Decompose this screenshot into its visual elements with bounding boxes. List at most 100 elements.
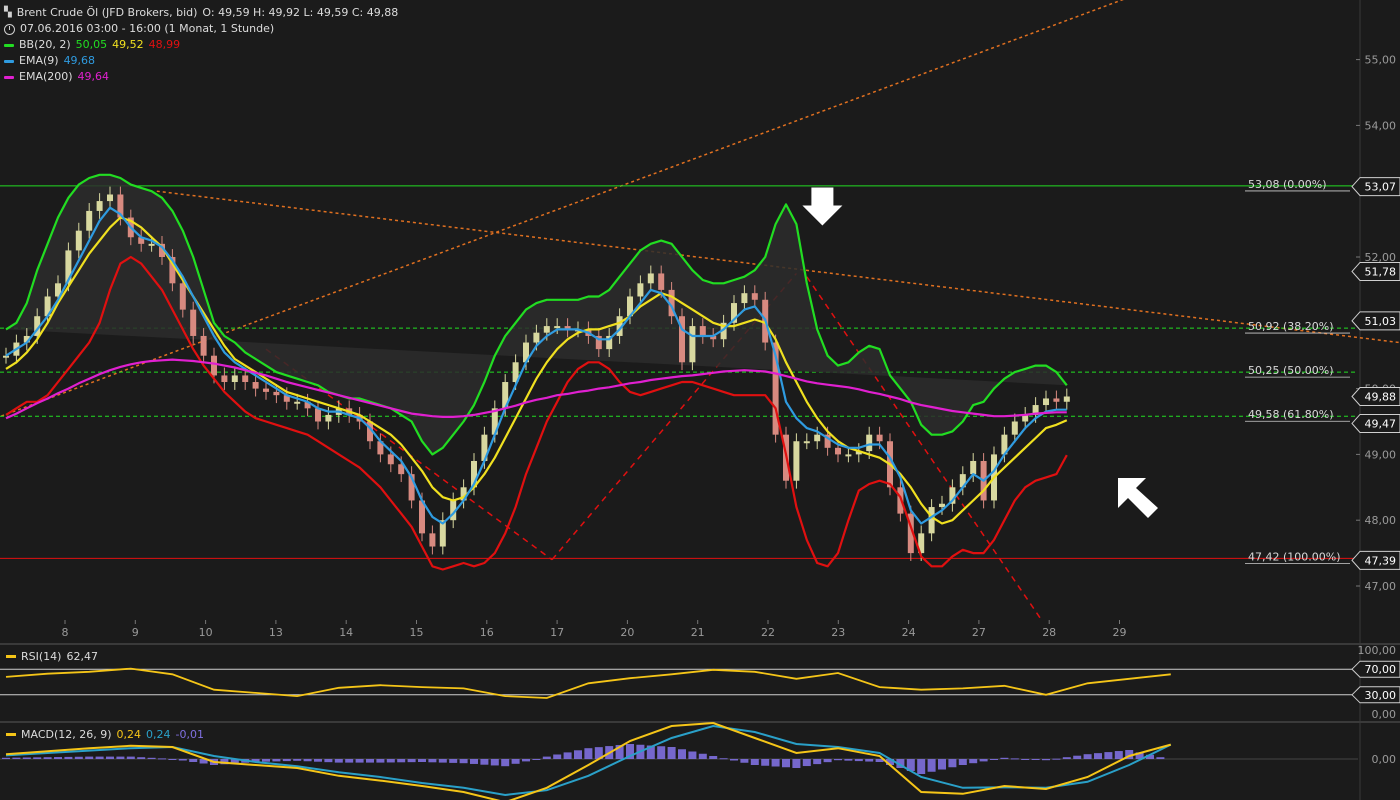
fib-label: 49,58 (61.80%) [1248,408,1334,421]
candle-body [533,332,540,343]
candle-body [699,326,706,336]
candle-body [554,326,561,329]
rsi-tick-label: 30,00 [1365,689,1397,702]
rsi-legend[interactable]: RSI(14) 62,47 [6,650,98,663]
macd-histogram-bar [709,756,718,759]
candle-body [637,283,644,297]
candle-body [876,434,883,442]
macd-legend[interactable]: MACD(12, 26, 9) 0,24 0,24 -0,01 [6,728,204,741]
macd-histogram-bar [449,759,458,763]
chart-icon: ▚ [4,7,12,18]
macd-histogram-bar [366,759,374,763]
macd-histogram-bar [761,759,770,766]
macd-histogram-bar [1031,759,1040,760]
x-tick-label: 9 [132,626,139,639]
macd-histogram-bar [334,759,343,763]
y-tick-label: 48,00 [1365,514,1397,527]
fib-label: 50,25 (50.00%) [1248,364,1334,377]
macd-histogram-bar [262,759,270,762]
macd-histogram-bar [990,759,998,760]
candle-body [939,503,945,508]
macd-histogram-bar [490,759,499,766]
legend-ema200-row[interactable]: EMA(200) 49,64 [4,69,398,85]
macd-histogram-bar [2,757,10,759]
price-label: 51,78 [1365,265,1397,278]
macd-histogram-bar [730,759,738,761]
macd-histogram-bar [542,756,551,759]
macd-histogram-bar [584,748,593,759]
x-tick-label: 29 [1113,626,1127,639]
rsi-value: 62,47 [66,650,98,663]
macd-histogram-bar [293,759,302,761]
x-tick-label: 20 [620,626,634,639]
candle-body [179,283,186,310]
macd-histogram-bar [917,759,926,774]
macd-histogram-bar [158,758,166,760]
candle-body [793,441,800,481]
macd-histogram-bar [1042,759,1050,761]
candle-body [970,460,977,475]
macd-histogram-bar [33,757,42,759]
candle-body [689,326,696,363]
macd-histogram-bar [397,759,406,763]
macd-histogram-bar [64,756,73,759]
candle-body [1053,398,1060,402]
macd-histogram-bar [1083,754,1092,759]
candle-body [242,375,249,383]
legend-bb-row[interactable]: BB(20, 2) 50,05 49,52 48,99 [4,37,398,53]
x-tick-label: 13 [269,626,283,639]
x-tick-label: 24 [902,626,916,639]
instrument-title: Brent Crude Öl (JFD Brokers, bid) [16,6,198,19]
macd-histogram-bar [823,759,832,763]
price-label: 53,07 [1365,181,1397,194]
macd-histogram-bar [1000,757,1009,759]
macd-histogram-bar [303,759,312,762]
macd-value: 0,24 [116,728,142,741]
macd-histogram-bar [480,759,489,765]
x-tick-label: 17 [550,626,564,639]
macd-histogram-bar [137,757,146,759]
macd-histogram-bar [719,758,728,760]
macd-histogram-bar [750,759,759,765]
price-chart-svg[interactable]: 56,0055,0054,0053,0052,0051,0050,0049,00… [0,0,1400,800]
candle-body [86,210,93,231]
macd-histogram-bar [74,756,83,759]
macd-histogram-bar [813,759,822,765]
up-arrow-annotation [1118,478,1158,518]
x-tick-label: 14 [339,626,353,639]
macd-histogram-bar [85,756,94,759]
macd-histogram-bar [511,759,520,764]
candle-body [387,454,394,465]
macd-histogram-bar [106,756,114,759]
rsi-line [5,667,1171,699]
macd-histogram-bar [1094,753,1102,759]
macd-histogram-bar [189,759,198,762]
price-label: 49,88 [1365,390,1397,403]
legend-ema9-row[interactable]: EMA(9) 49,68 [4,53,398,69]
macd-label: MACD(12, 26, 9) [21,728,112,741]
price-label: 51,03 [1365,315,1397,328]
candle-body [75,230,82,251]
bb-lower-value: 48,99 [148,38,181,51]
x-tick-label: 21 [691,626,705,639]
price-label: 49,47 [1365,417,1397,430]
y-tick-label: 56,00 [1365,0,1397,1]
macd-tick-label: 0,00 [1372,753,1397,766]
candle-body [190,309,197,336]
macd-histogram-bar [532,759,541,760]
macd-histogram-bar [782,759,790,768]
candle-body [252,382,259,389]
x-tick-label: 10 [199,626,213,639]
macd-histogram-bar [178,759,187,761]
rsi-label: RSI(14) [21,650,62,663]
macd-histogram-bar [376,759,385,763]
candle-body [647,273,654,284]
legend-instrument-row: ▚ Brent Crude Öl (JFD Brokers, bid) O: 4… [4,5,398,21]
macd-histogram-bar [54,757,62,759]
macd-histogram-bar [95,756,104,759]
legend-period-row: 07.06.2016 03:00 - 16:00 (1 Monat, 1 Stu… [4,21,398,37]
macd-histogram-bar [22,757,31,759]
bb-swatch [4,43,14,47]
period-label: 07.06.2016 03:00 - 16:00 (1 Monat, 1 Stu… [20,22,275,35]
candle-body [803,441,810,444]
